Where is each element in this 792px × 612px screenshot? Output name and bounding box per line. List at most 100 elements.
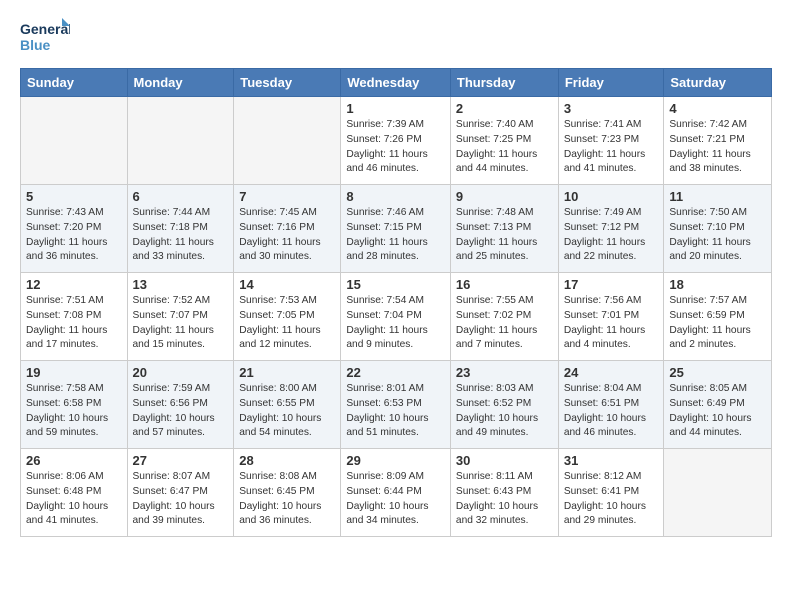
day-number: 12 bbox=[26, 277, 122, 292]
day-info: Sunrise: 8:08 AM Sunset: 6:45 PM Dayligh… bbox=[239, 470, 335, 529]
day-info: Sunrise: 7:45 AM Sunset: 7:16 PM Dayligh… bbox=[239, 206, 335, 265]
day-number: 1 bbox=[346, 101, 445, 116]
day-info: Sunrise: 7:46 AM Sunset: 7:15 PM Dayligh… bbox=[346, 206, 445, 265]
table-row: 10 Sunrise: 7:49 AM Sunset: 7:12 PM Dayli… bbox=[558, 185, 664, 273]
day-info: Sunrise: 7:53 AM Sunset: 7:05 PM Dayligh… bbox=[239, 294, 335, 353]
day-number: 30 bbox=[456, 453, 553, 468]
table-row: 15 Sunrise: 7:54 AM Sunset: 7:04 PM Dayli… bbox=[341, 273, 451, 361]
day-number: 28 bbox=[239, 453, 335, 468]
day-number: 22 bbox=[346, 365, 445, 380]
day-number: 19 bbox=[26, 365, 122, 380]
day-number: 18 bbox=[669, 277, 766, 292]
day-number: 3 bbox=[564, 101, 659, 116]
day-number: 10 bbox=[564, 189, 659, 204]
calendar-week-row: 5 Sunrise: 7:43 AM Sunset: 7:20 PM Daylig… bbox=[21, 185, 772, 273]
table-row: 1 Sunrise: 7:39 AM Sunset: 7:26 PM Daylig… bbox=[341, 97, 451, 185]
day-number: 5 bbox=[26, 189, 122, 204]
day-info: Sunrise: 7:39 AM Sunset: 7:26 PM Dayligh… bbox=[346, 118, 445, 177]
day-number: 26 bbox=[26, 453, 122, 468]
day-number: 6 bbox=[133, 189, 229, 204]
table-row: 5 Sunrise: 7:43 AM Sunset: 7:20 PM Daylig… bbox=[21, 185, 128, 273]
table-row: 21 Sunrise: 8:00 AM Sunset: 6:55 PM Dayli… bbox=[234, 361, 341, 449]
day-info: Sunrise: 7:43 AM Sunset: 7:20 PM Dayligh… bbox=[26, 206, 122, 265]
table-row bbox=[234, 97, 341, 185]
day-number: 15 bbox=[346, 277, 445, 292]
svg-text:Blue: Blue bbox=[20, 37, 51, 53]
table-row: 12 Sunrise: 7:51 AM Sunset: 7:08 PM Dayli… bbox=[21, 273, 128, 361]
day-info: Sunrise: 7:51 AM Sunset: 7:08 PM Dayligh… bbox=[26, 294, 122, 353]
table-row: 7 Sunrise: 7:45 AM Sunset: 7:16 PM Daylig… bbox=[234, 185, 341, 273]
day-info: Sunrise: 7:52 AM Sunset: 7:07 PM Dayligh… bbox=[133, 294, 229, 353]
day-number: 16 bbox=[456, 277, 553, 292]
table-row bbox=[127, 97, 234, 185]
day-info: Sunrise: 7:58 AM Sunset: 6:58 PM Dayligh… bbox=[26, 382, 122, 441]
day-info: Sunrise: 7:42 AM Sunset: 7:21 PM Dayligh… bbox=[669, 118, 766, 177]
day-number: 11 bbox=[669, 189, 766, 204]
table-row: 2 Sunrise: 7:40 AM Sunset: 7:25 PM Daylig… bbox=[450, 97, 558, 185]
table-row: 30 Sunrise: 8:11 AM Sunset: 6:43 PM Dayli… bbox=[450, 449, 558, 537]
day-info: Sunrise: 8:07 AM Sunset: 6:47 PM Dayligh… bbox=[133, 470, 229, 529]
day-info: Sunrise: 7:56 AM Sunset: 7:01 PM Dayligh… bbox=[564, 294, 659, 353]
day-info: Sunrise: 8:11 AM Sunset: 6:43 PM Dayligh… bbox=[456, 470, 553, 529]
day-number: 29 bbox=[346, 453, 445, 468]
table-row bbox=[21, 97, 128, 185]
table-row: 19 Sunrise: 7:58 AM Sunset: 6:58 PM Dayli… bbox=[21, 361, 128, 449]
col-saturday: Saturday bbox=[664, 69, 772, 97]
day-info: Sunrise: 8:00 AM Sunset: 6:55 PM Dayligh… bbox=[239, 382, 335, 441]
day-info: Sunrise: 7:50 AM Sunset: 7:10 PM Dayligh… bbox=[669, 206, 766, 265]
col-tuesday: Tuesday bbox=[234, 69, 341, 97]
day-info: Sunrise: 7:48 AM Sunset: 7:13 PM Dayligh… bbox=[456, 206, 553, 265]
day-number: 24 bbox=[564, 365, 659, 380]
col-monday: Monday bbox=[127, 69, 234, 97]
logo-svg: General Blue bbox=[20, 16, 70, 56]
col-sunday: Sunday bbox=[21, 69, 128, 97]
table-row: 16 Sunrise: 7:55 AM Sunset: 7:02 PM Dayli… bbox=[450, 273, 558, 361]
day-info: Sunrise: 7:54 AM Sunset: 7:04 PM Dayligh… bbox=[346, 294, 445, 353]
day-number: 17 bbox=[564, 277, 659, 292]
day-number: 8 bbox=[346, 189, 445, 204]
day-number: 31 bbox=[564, 453, 659, 468]
table-row bbox=[664, 449, 772, 537]
day-info: Sunrise: 8:12 AM Sunset: 6:41 PM Dayligh… bbox=[564, 470, 659, 529]
day-number: 2 bbox=[456, 101, 553, 116]
table-row: 22 Sunrise: 8:01 AM Sunset: 6:53 PM Dayli… bbox=[341, 361, 451, 449]
day-info: Sunrise: 8:01 AM Sunset: 6:53 PM Dayligh… bbox=[346, 382, 445, 441]
day-number: 13 bbox=[133, 277, 229, 292]
table-row: 14 Sunrise: 7:53 AM Sunset: 7:05 PM Dayli… bbox=[234, 273, 341, 361]
table-row: 29Sunrise: 8:09 AM Sunset: 6:44 PM Dayli… bbox=[341, 449, 451, 537]
table-row: 8 Sunrise: 7:46 AM Sunset: 7:15 PM Daylig… bbox=[341, 185, 451, 273]
table-row: 27 Sunrise: 8:07 AM Sunset: 6:47 PM Dayli… bbox=[127, 449, 234, 537]
day-number: 23 bbox=[456, 365, 553, 380]
table-row: 24 Sunrise: 8:04 AM Sunset: 6:51 PM Dayli… bbox=[558, 361, 664, 449]
day-number: 20 bbox=[133, 365, 229, 380]
day-info: Sunrise: 7:55 AM Sunset: 7:02 PM Dayligh… bbox=[456, 294, 553, 353]
table-row: 25Sunrise: 8:05 AM Sunset: 6:49 PM Dayli… bbox=[664, 361, 772, 449]
calendar-week-row: 1 Sunrise: 7:39 AM Sunset: 7:26 PM Daylig… bbox=[21, 97, 772, 185]
day-info: Sunrise: 8:06 AM Sunset: 6:48 PM Dayligh… bbox=[26, 470, 122, 529]
day-number: 27 bbox=[133, 453, 229, 468]
day-info: Sunrise: 8:04 AM Sunset: 6:51 PM Dayligh… bbox=[564, 382, 659, 441]
day-number: 7 bbox=[239, 189, 335, 204]
logo: General Blue bbox=[20, 16, 70, 56]
table-row: 6Sunrise: 7:44 AM Sunset: 7:18 PM Daylig… bbox=[127, 185, 234, 273]
day-info: Sunrise: 8:05 AM Sunset: 6:49 PM Dayligh… bbox=[669, 382, 766, 441]
table-row: 26 Sunrise: 8:06 AM Sunset: 6:48 PM Dayli… bbox=[21, 449, 128, 537]
day-info: Sunrise: 7:49 AM Sunset: 7:12 PM Dayligh… bbox=[564, 206, 659, 265]
day-number: 4 bbox=[669, 101, 766, 116]
calendar-week-row: 12 Sunrise: 7:51 AM Sunset: 7:08 PM Dayli… bbox=[21, 273, 772, 361]
day-info: Sunrise: 7:57 AM Sunset: 6:59 PM Dayligh… bbox=[669, 294, 766, 353]
calendar-week-row: 26 Sunrise: 8:06 AM Sunset: 6:48 PM Dayli… bbox=[21, 449, 772, 537]
col-thursday: Thursday bbox=[450, 69, 558, 97]
day-info: Sunrise: 7:40 AM Sunset: 7:25 PM Dayligh… bbox=[456, 118, 553, 177]
calendar-table: Sunday Monday Tuesday Wednesday Thursday… bbox=[20, 68, 772, 537]
table-row: 23 Sunrise: 8:03 AM Sunset: 6:52 PM Dayli… bbox=[450, 361, 558, 449]
table-row: 18 Sunrise: 7:57 AM Sunset: 6:59 PM Dayli… bbox=[664, 273, 772, 361]
calendar-week-row: 19 Sunrise: 7:58 AM Sunset: 6:58 PM Dayli… bbox=[21, 361, 772, 449]
day-number: 21 bbox=[239, 365, 335, 380]
day-number: 14 bbox=[239, 277, 335, 292]
table-row: 20Sunrise: 7:59 AM Sunset: 6:56 PM Dayli… bbox=[127, 361, 234, 449]
day-info: Sunrise: 8:03 AM Sunset: 6:52 PM Dayligh… bbox=[456, 382, 553, 441]
table-row: 28 Sunrise: 8:08 AM Sunset: 6:45 PM Dayli… bbox=[234, 449, 341, 537]
header: General Blue bbox=[20, 16, 772, 56]
table-row: 13 Sunrise: 7:52 AM Sunset: 7:07 PM Dayli… bbox=[127, 273, 234, 361]
